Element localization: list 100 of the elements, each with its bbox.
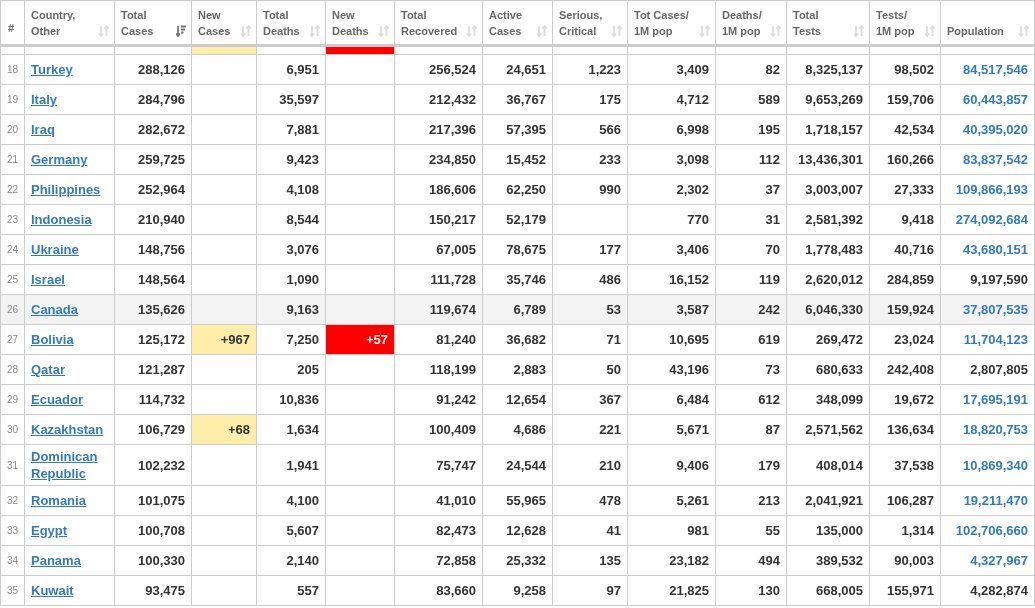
table-cell: 35,746: [506, 272, 546, 287]
country-link[interactable]: Canada: [31, 298, 78, 321]
population-link[interactable]: 11,704,123: [963, 332, 1028, 347]
table-cell: 67,005: [436, 242, 476, 257]
sort-icon[interactable]: [241, 25, 251, 37]
column-header[interactable]: Tests/ 1M pop: [876, 7, 915, 39]
table-cell: 179: [758, 457, 780, 473]
table-cell: 282,672: [138, 122, 185, 137]
sort-icon[interactable]: [379, 25, 389, 37]
country-link[interactable]: Italy: [31, 88, 57, 111]
table-cell: 19,672: [894, 392, 934, 407]
population-link[interactable]: 17,695,191: [962, 392, 1028, 407]
row-number: 35: [7, 585, 19, 596]
table-cell: 6,046,330: [805, 302, 863, 317]
column-header[interactable]: Total Recovered: [401, 7, 458, 39]
country-link[interactable]: Romania: [31, 489, 86, 512]
column-header[interactable]: Population: [947, 23, 1004, 39]
table-cell: 8,544: [286, 212, 319, 227]
sort-icon[interactable]: [612, 25, 622, 37]
table-cell: 213: [758, 493, 780, 508]
country-link[interactable]: Philippines: [31, 178, 101, 201]
table-cell: 210,940: [138, 212, 185, 227]
sort-icon[interactable]: [1019, 25, 1029, 37]
sort-icon[interactable]: [310, 25, 320, 37]
country-link[interactable]: Kuwait: [31, 579, 74, 602]
country-link[interactable]: Dominican Republic: [31, 445, 108, 485]
population-link[interactable]: 83,837,542: [962, 152, 1028, 167]
population-link[interactable]: 18,820,753: [962, 422, 1028, 437]
table-cell: 1,778,483: [805, 242, 863, 257]
table-cell: 1,223: [588, 62, 621, 77]
row-number: 27: [7, 334, 19, 345]
sort-icon[interactable]: [771, 25, 781, 37]
row-number: 33: [7, 525, 19, 536]
country-link[interactable]: Ukraine: [31, 238, 79, 261]
table-cell: 2,571,562: [805, 422, 863, 437]
table-cell: 9,163: [286, 302, 319, 317]
country-link[interactable]: Turkey: [31, 58, 73, 81]
population-link[interactable]: 84,517,546: [962, 62, 1028, 77]
row-number: 34: [7, 555, 19, 566]
column-header[interactable]: Tot Cases/ 1M pop: [634, 7, 689, 39]
table-cell: 186,606: [429, 182, 476, 197]
sort-icon[interactable]: [700, 25, 710, 37]
table-cell: 3,003,007: [805, 182, 863, 197]
table-cell: 3,409: [676, 62, 709, 77]
table-cell: 990: [599, 182, 621, 197]
table-cell: 175: [599, 92, 621, 107]
column-header[interactable]: Active Cases: [489, 7, 523, 39]
table-cell: 24,544: [506, 457, 546, 473]
country-link[interactable]: Ecuador: [31, 388, 83, 411]
row-number: 28: [7, 364, 19, 375]
sort-icon[interactable]: [925, 25, 935, 37]
country-link[interactable]: Germany: [31, 148, 88, 171]
column-header[interactable]: New Deaths: [332, 7, 369, 39]
column-header[interactable]: Total Tests: [793, 7, 821, 39]
row-number: 24: [7, 244, 19, 255]
table-cell: 612: [758, 392, 780, 407]
country-link[interactable]: Indonesia: [31, 208, 92, 231]
column-header[interactable]: Deaths/ 1M pop: [722, 7, 762, 39]
table-cell: 52,179: [506, 212, 546, 227]
sort-icon[interactable]: [537, 25, 547, 37]
country-link[interactable]: Iraq: [31, 118, 55, 141]
country-link[interactable]: Israel: [31, 268, 65, 291]
population-link[interactable]: 4,327,967: [970, 553, 1028, 568]
sort-icon[interactable]: [99, 25, 109, 37]
table-cell: 73: [765, 362, 780, 377]
population-link[interactable]: 109,866,193: [955, 182, 1028, 197]
population-link[interactable]: 43,680,151: [962, 242, 1028, 257]
table-cell: 9,406: [676, 457, 709, 473]
population-link[interactable]: 40,395,020: [962, 122, 1028, 137]
population-value: 4,282,874: [970, 583, 1028, 598]
table-cell: 42,534: [894, 122, 934, 137]
column-header[interactable]: New Cases: [198, 7, 231, 39]
table-cell: 217,396: [429, 122, 476, 137]
column-header[interactable]: Serious, Critical: [559, 7, 603, 39]
population-link[interactable]: 60,443,857: [962, 92, 1028, 107]
table-cell: 130: [758, 583, 780, 598]
table-cell: 37: [765, 182, 780, 197]
column-header[interactable]: Country, Other: [31, 7, 76, 39]
population-link[interactable]: 37,807,535: [962, 302, 1028, 317]
table-cell: 114,732: [138, 392, 185, 407]
population-link[interactable]: 274,092,684: [955, 212, 1028, 227]
table-cell: 70: [765, 242, 780, 257]
country-link[interactable]: Qatar: [31, 358, 65, 381]
column-header[interactable]: Total Cases: [121, 7, 154, 39]
table-cell: 112: [759, 152, 780, 167]
table-cell: 2,140: [286, 553, 319, 568]
sort-descending-icon[interactable]: [176, 25, 186, 37]
country-link[interactable]: Egypt: [31, 519, 68, 542]
population-link[interactable]: 10,869,340: [962, 457, 1028, 473]
population-link[interactable]: 102,706,660: [955, 523, 1028, 538]
sort-icon[interactable]: [854, 25, 864, 37]
column-header[interactable]: Total Deaths: [263, 7, 300, 39]
country-link[interactable]: Panama: [31, 549, 81, 572]
table-cell: 9,423: [286, 152, 319, 167]
country-link[interactable]: Bolivia: [31, 328, 74, 351]
table-cell: 91,242: [436, 392, 476, 407]
table-cell: 24,651: [506, 62, 546, 77]
sort-icon[interactable]: [467, 25, 477, 37]
country-link[interactable]: Kazakhstan: [31, 418, 104, 441]
population-link[interactable]: 19,211,470: [963, 493, 1028, 508]
